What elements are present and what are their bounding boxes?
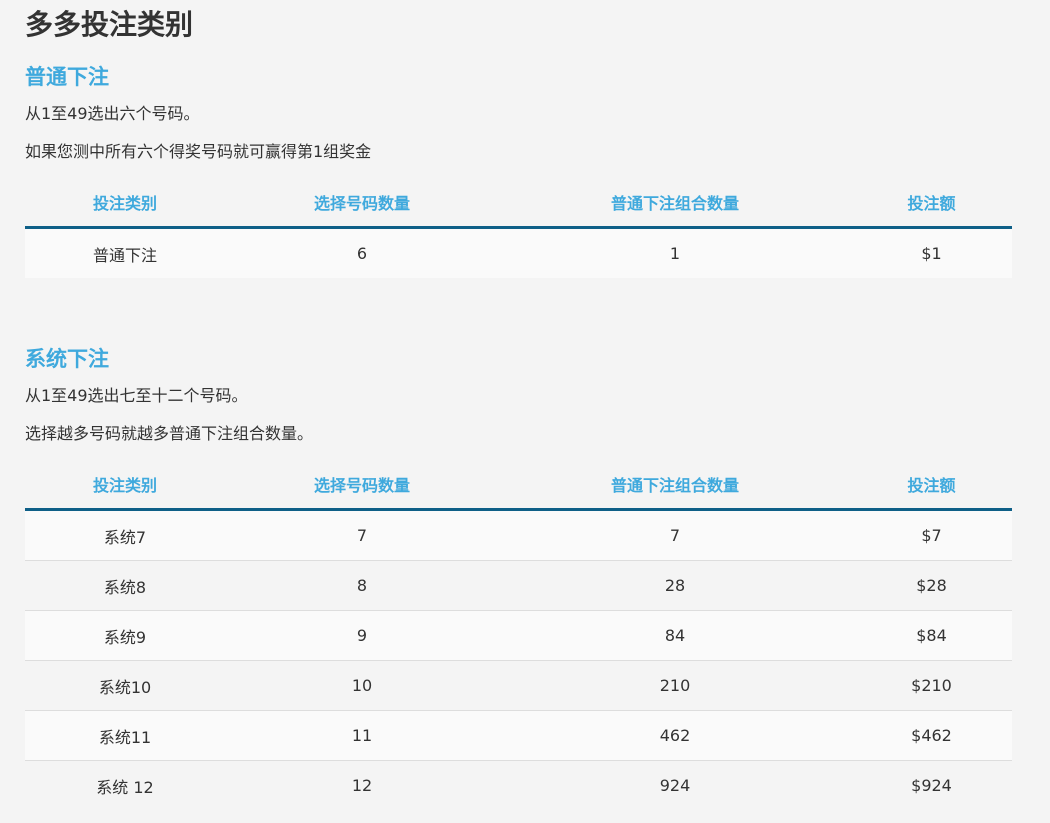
cell-number-count: 11 (225, 710, 499, 761)
table-header-row: 投注类别 选择号码数量 普通下注组合数量 投注额 (25, 178, 1012, 229)
section-description: 从1至49选出七至十二个号码。 (25, 386, 248, 405)
cell-combination-count: 462 (499, 710, 851, 761)
cell-combination-count: 1 (499, 227, 851, 278)
cell-bet-type: 系统9 (25, 610, 225, 661)
section-title: 普通下注 (25, 65, 109, 89)
bet-table-system: 投注类别 选择号码数量 普通下注组合数量 投注额 系统7 7 7 $7 系统8 … (25, 460, 1012, 810)
cell-number-count: 10 (225, 660, 499, 711)
column-header-number-count: 选择号码数量 (225, 460, 499, 511)
cell-combination-count: 7 (499, 509, 851, 561)
cell-bet-type: 系统 12 (25, 760, 225, 810)
table-row: 系统7 7 7 $7 (25, 509, 1012, 561)
table-row: 系统8 8 28 $28 (25, 560, 1012, 611)
cell-number-count: 9 (225, 610, 499, 661)
table-row: 普通下注 6 1 $1 (25, 227, 1012, 278)
column-header-bet-type: 投注类别 (25, 460, 225, 511)
cell-bet-amount: $210 (851, 660, 1012, 711)
cell-bet-amount: $84 (851, 610, 1012, 661)
cell-bet-amount: $1 (851, 227, 1012, 278)
section-title: 系统下注 (25, 347, 109, 371)
cell-bet-type: 普通下注 (25, 227, 225, 278)
bet-table-normal: 投注类别 选择号码数量 普通下注组合数量 投注额 普通下注 6 1 $1 (25, 178, 1012, 278)
cell-bet-type: 系统11 (25, 710, 225, 761)
cell-bet-type: 系统8 (25, 560, 225, 611)
cell-bet-amount: $28 (851, 560, 1012, 611)
cell-combination-count: 28 (499, 560, 851, 611)
page-title: 多多投注类别 (25, 8, 194, 41)
column-header-number-count: 选择号码数量 (225, 178, 499, 229)
table-header-row: 投注类别 选择号码数量 普通下注组合数量 投注额 (25, 460, 1012, 511)
section-description: 选择越多号码就越多普通下注组合数量。 (25, 424, 314, 443)
column-header-bet-amount: 投注额 (851, 178, 1012, 229)
cell-bet-amount: $924 (851, 760, 1012, 810)
cell-combination-count: 210 (499, 660, 851, 711)
table-row: 系统11 11 462 $462 (25, 710, 1012, 761)
column-header-bet-amount: 投注额 (851, 460, 1012, 511)
cell-bet-amount: $462 (851, 710, 1012, 761)
cell-bet-amount: $7 (851, 509, 1012, 561)
column-header-combination-count: 普通下注组合数量 (499, 460, 851, 511)
cell-combination-count: 924 (499, 760, 851, 810)
cell-bet-type: 系统10 (25, 660, 225, 711)
cell-combination-count: 84 (499, 610, 851, 661)
column-header-bet-type: 投注类别 (25, 178, 225, 229)
cell-number-count: 6 (225, 227, 499, 278)
section-description: 从1至49选出六个号码。 (25, 104, 200, 123)
cell-number-count: 12 (225, 760, 499, 810)
cell-number-count: 8 (225, 560, 499, 611)
cell-number-count: 7 (225, 509, 499, 561)
section-description: 如果您测中所有六个得奖号码就可赢得第1组奖金 (25, 142, 372, 161)
table-row: 系统10 10 210 $210 (25, 660, 1012, 711)
cell-bet-type: 系统7 (25, 509, 225, 561)
column-header-combination-count: 普通下注组合数量 (499, 178, 851, 229)
table-row: 系统 12 12 924 $924 (25, 760, 1012, 810)
table-row: 系统9 9 84 $84 (25, 610, 1012, 661)
